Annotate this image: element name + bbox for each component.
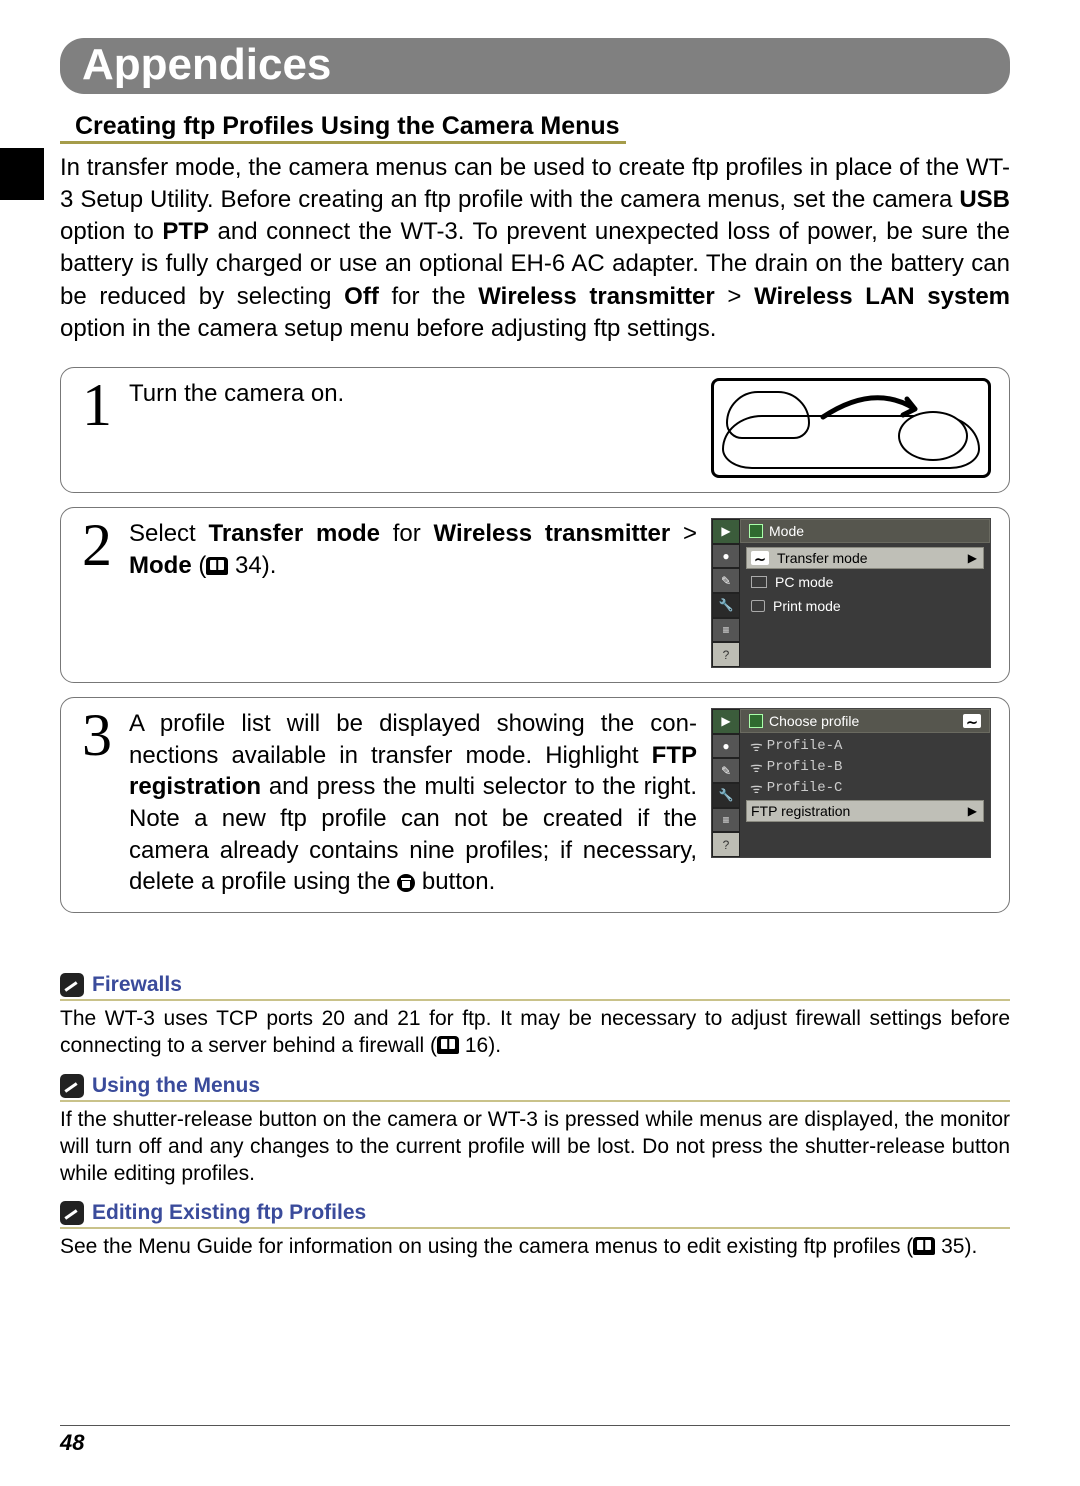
- menu-tab-list-icon: ≡: [712, 808, 740, 833]
- notes-section: Firewalls The WT-3 uses TCP ports 20 and…: [60, 973, 1010, 1261]
- step-3-text: A profile list will be displayed showing…: [129, 708, 697, 898]
- play-square-icon: [749, 524, 763, 538]
- step-2: 2 Select Transfer mode for Wireless tran…: [60, 507, 1010, 683]
- profile-c-item: ᯤProfile-C: [746, 779, 984, 798]
- camera-menu-choose-profile: ▶ ● ✎ 🔧 ≡ ? Choose profile ∼ ᯤProfile-A …: [711, 708, 991, 858]
- page-reference-icon: [913, 1237, 935, 1255]
- note-body-firewalls: The WT-3 uses TCP ports 20 and 21 for ft…: [60, 1005, 1010, 1060]
- menu-header-choose-profile: Choose profile ∼: [740, 709, 990, 733]
- antenna-icon: ᯤ: [750, 758, 763, 777]
- step-2-text: Select Transfer mode for Wireless transm…: [129, 518, 697, 581]
- menu-tab-play-icon: ▶: [712, 709, 740, 734]
- section-heading: Creating ftp Profiles Using the Camera M…: [60, 112, 626, 144]
- power-on-arrow-icon: [819, 391, 929, 423]
- transfer-mode-header-icon: ∼: [963, 714, 981, 728]
- print-mode-icon: [751, 600, 765, 612]
- intro-paragraph: In transfer mode, the camera menus can b…: [60, 152, 1010, 345]
- step-3-screenshot: ▶ ● ✎ 🔧 ≡ ? Choose profile ∼ ᯤProfile-A …: [711, 708, 991, 858]
- antenna-icon: ᯤ: [750, 737, 763, 756]
- step-2-number: 2: [79, 518, 115, 572]
- submenu-arrow-icon: ▶: [968, 551, 977, 565]
- transfer-mode-icon: ∼: [751, 551, 769, 565]
- step-2-screenshot: ▶ ● ✎ 🔧 ≡ ? Mode ∼ Transfer mode ▶: [711, 518, 991, 668]
- camera-top-illustration: [711, 378, 991, 478]
- antenna-icon: ᯤ: [750, 779, 763, 798]
- menu-tab-help-icon: ?: [712, 832, 740, 857]
- note-heading-firewalls: Firewalls: [60, 973, 1010, 1001]
- menu-item-transfer-mode: ∼ Transfer mode ▶: [746, 547, 984, 569]
- step-3-number: 3: [79, 708, 115, 762]
- camera-menu-mode: ▶ ● ✎ 🔧 ≡ ? Mode ∼ Transfer mode ▶: [711, 518, 991, 668]
- menu-tab-camera-icon: ●: [712, 544, 740, 569]
- page-reference-icon: [437, 1036, 459, 1054]
- page-number: 48: [60, 1430, 84, 1456]
- menu-tab-list-icon: ≡: [712, 618, 740, 643]
- menu-tab-camera-icon: ●: [712, 734, 740, 759]
- menu-header-mode: Mode: [740, 519, 990, 543]
- submenu-arrow-icon: ▶: [968, 804, 977, 818]
- profile-a-item: ᯤProfile-A: [746, 737, 984, 756]
- menu-tab-help-icon: ?: [712, 642, 740, 667]
- step-1-text: Turn the camera on.: [129, 378, 697, 410]
- page-reference-icon: [206, 557, 228, 575]
- menu-item-print-mode: Print mode: [746, 595, 984, 617]
- play-square-icon: [749, 714, 763, 728]
- menu-tab-wrench-icon: 🔧: [712, 593, 740, 618]
- delete-button-icon: [397, 874, 415, 892]
- pc-mode-icon: [751, 576, 767, 588]
- note-pencil-icon: [60, 1074, 84, 1098]
- note-body-using-menus: If the shutter-release button on the cam…: [60, 1106, 1010, 1188]
- menu-item-ftp-registration: FTP registration ▶: [746, 800, 984, 822]
- step-1: 1 Turn the camera on.: [60, 367, 1010, 493]
- note-pencil-icon: [60, 973, 84, 997]
- chapter-title: Appendices: [82, 40, 988, 90]
- footer-rule: [60, 1425, 1010, 1426]
- note-heading-editing-profiles: Editing Existing ftp Profiles: [60, 1201, 1010, 1229]
- profile-b-item: ᯤProfile-B: [746, 758, 984, 777]
- menu-tab-pencil-icon: ✎: [712, 758, 740, 783]
- menu-tab-play-icon: ▶: [712, 519, 740, 544]
- page-side-tab: [0, 148, 44, 200]
- note-body-editing-profiles: See the Menu Guide for information on us…: [60, 1233, 1010, 1260]
- step-1-illustration: [711, 378, 991, 478]
- step-3: 3 A profile list will be displayed showi…: [60, 697, 1010, 913]
- chapter-title-bar: Appendices: [60, 38, 1010, 94]
- step-1-number: 1: [79, 378, 115, 432]
- menu-tab-wrench-icon: 🔧: [712, 783, 740, 808]
- note-pencil-icon: [60, 1201, 84, 1225]
- menu-item-pc-mode: PC mode: [746, 571, 984, 593]
- menu-tab-pencil-icon: ✎: [712, 568, 740, 593]
- note-heading-using-menus: Using the Menus: [60, 1074, 1010, 1102]
